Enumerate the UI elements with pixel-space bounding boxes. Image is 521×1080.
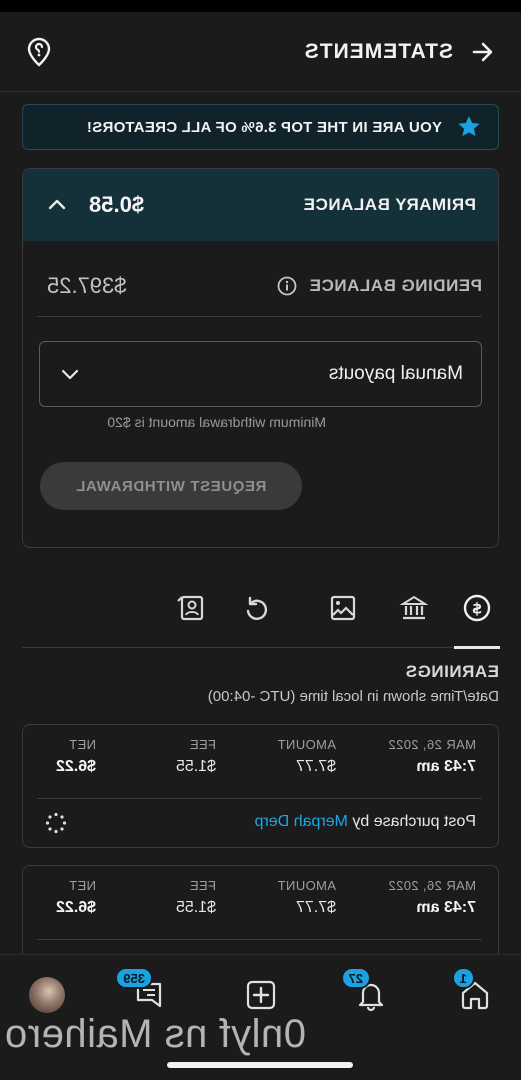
time-value: 7:43 am <box>416 899 476 916</box>
redo-arrow-icon <box>246 596 268 620</box>
chevron-down-icon <box>61 369 79 380</box>
date-value: MAR 26, 2022 <box>388 878 476 893</box>
watermark-text: 0nlyf ns Maihero <box>4 1012 306 1056</box>
tab-earnings[interactable]: $ <box>455 588 499 628</box>
tab-referrals[interactable] <box>169 588 213 628</box>
pending-balance-amount: $397.25 <box>47 272 127 298</box>
date-column: MAR 26, 2022 7:43 am <box>388 878 476 917</box>
star-icon <box>458 116 480 137</box>
tab-refunds[interactable] <box>235 588 279 628</box>
net-value: $6.22 <box>55 758 96 775</box>
description-prefix: Post purchase by <box>352 813 476 830</box>
transaction-card[interactable]: MAR 26, 2022 7:43 am AMOUNT $7.77 FEE $1… <box>22 724 499 848</box>
banner-text: YOU ARE IN THE TOP 3.6% OF ALL CREATORS! <box>86 118 442 136</box>
primary-balance-amount: $0.58 <box>89 192 145 217</box>
mirrored-content: STATEMENTS YOU ARE IN THE TOP 3.6% OF AL… <box>0 0 521 1080</box>
home-badge: 1 <box>451 967 475 989</box>
chevron-up-icon[interactable] <box>45 193 69 217</box>
contact-card-icon <box>177 595 204 621</box>
messages-icon[interactable]: 359 <box>115 967 169 1015</box>
payout-method-value: Manual payouts <box>328 363 463 384</box>
image-icon <box>330 595 356 621</box>
timezone-note: Date/Time shown in local time (UTC -04:0… <box>207 688 499 705</box>
top-creator-banner: YOU ARE IN THE TOP 3.6% OF ALL CREATORS! <box>22 104 499 150</box>
app-screen: STATEMENTS YOU ARE IN THE TOP 3.6% OF AL… <box>0 0 521 1080</box>
fee-value: $1.55 <box>175 758 216 775</box>
home-indicator <box>167 1062 353 1068</box>
primary-balance-row[interactable]: PRIMARY BALANCE $0.58 <box>23 169 498 241</box>
add-post-icon[interactable] <box>241 975 281 1015</box>
amount-header: AMOUNT <box>277 737 336 752</box>
arrow-left-icon[interactable] <box>467 37 497 67</box>
amount-value: $7.77 <box>295 758 336 775</box>
net-column: NET $6.22 <box>56 737 96 776</box>
home-icon[interactable]: 1 <box>451 967 495 1015</box>
transaction-values: MAR 26, 2022 7:43 am AMOUNT $7.77 FEE $1… <box>21 737 498 797</box>
page-title: STATEMENTS <box>303 39 453 63</box>
date-column: MAR 26, 2022 7:43 am <box>388 737 476 776</box>
net-value: $6.22 <box>55 899 96 916</box>
bank-icon <box>399 595 429 620</box>
net-header: NET <box>68 737 96 752</box>
help-location-icon[interactable] <box>24 37 54 67</box>
tab-media[interactable] <box>321 588 365 628</box>
tab-bank[interactable] <box>392 588 436 628</box>
divider <box>37 939 482 940</box>
notifications-icon[interactable]: 27 <box>340 967 391 1015</box>
info-icon[interactable] <box>277 276 297 296</box>
transaction-description: Post purchase by Merpah Derp <box>255 813 476 831</box>
notifications-badge: 27 <box>340 967 371 989</box>
amount-header: AMOUNT <box>277 878 336 893</box>
avatar[interactable] <box>29 977 65 1013</box>
net-column: NET $6.22 <box>56 878 96 917</box>
messages-badge: 359 <box>115 967 153 989</box>
svg-text:$: $ <box>472 600 482 618</box>
pending-balance-row: PENDING BALANCE $397.25 <box>37 255 482 317</box>
primary-balance-label: PRIMARY BALANCE <box>303 195 476 214</box>
balance-card: PRIMARY BALANCE $0.58 PENDING BALANCE $3… <box>22 168 499 548</box>
statement-tabs: $ <box>22 578 499 648</box>
fee-column: FEE $1.55 <box>176 737 216 776</box>
transaction-values: MAR 26, 2022 7:43 am AMOUNT $7.77 FEE $1… <box>21 878 498 938</box>
minimum-withdrawal-note: Minimum withdrawal amount is $20 <box>107 414 326 430</box>
payout-method-select[interactable]: Manual payouts <box>39 341 482 407</box>
loading-spinner-icon <box>45 812 67 834</box>
buyer-link[interactable]: Merpah Derp <box>255 813 348 830</box>
net-header: NET <box>68 878 96 893</box>
amount-value: $7.77 <box>295 899 336 916</box>
time-value: 7:43 am <box>416 758 476 775</box>
fee-value: $1.55 <box>175 899 216 916</box>
earnings-heading: EARNINGS <box>405 662 499 681</box>
amount-column: AMOUNT $7.77 <box>277 878 336 917</box>
date-value: MAR 26, 2022 <box>388 737 476 752</box>
header: STATEMENTS <box>0 12 521 92</box>
pending-balance-label: PENDING BALANCE <box>309 275 482 295</box>
fee-column: FEE $1.55 <box>176 878 216 917</box>
divider <box>37 798 482 799</box>
dollar-circle-icon: $ <box>463 594 491 622</box>
amount-column: AMOUNT $7.77 <box>277 737 336 776</box>
request-withdrawal-button[interactable]: REQUEST WITHDRAWAL <box>40 462 302 510</box>
fee-header: FEE <box>189 878 216 893</box>
fee-header: FEE <box>189 737 216 752</box>
